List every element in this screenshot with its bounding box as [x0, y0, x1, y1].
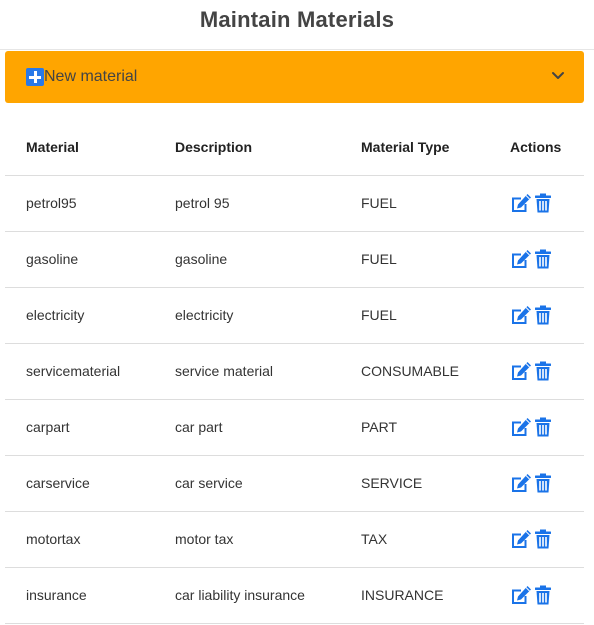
- edit-icon[interactable]: [510, 529, 532, 549]
- trash-icon[interactable]: [534, 193, 552, 213]
- table-row: electricity electricity FUEL: [5, 287, 584, 344]
- header-material: Material: [5, 119, 154, 176]
- cell-material-type: PART: [340, 399, 489, 456]
- cell-description: petrol 95: [154, 175, 340, 232]
- cell-material-type: INSURANCE: [340, 567, 489, 624]
- materials-table: Material Description Material Type Actio…: [5, 119, 584, 624]
- cell-material-type: FUEL: [340, 287, 489, 344]
- table-row: servicematerial service material CONSUMABL…: [5, 343, 584, 400]
- cell-material: insurance: [5, 567, 154, 624]
- new-material-label: New material: [44, 68, 138, 85]
- edit-icon[interactable]: [510, 305, 532, 325]
- edit-icon[interactable]: [510, 417, 532, 437]
- trash-icon[interactable]: [534, 361, 552, 381]
- edit-icon[interactable]: [510, 585, 532, 605]
- cell-actions: [489, 399, 584, 456]
- cell-material-type: FUEL: [340, 231, 489, 288]
- table-header-row: Material Description Material Type Actio…: [5, 119, 584, 176]
- edit-icon[interactable]: [510, 473, 532, 493]
- cell-actions: [489, 175, 584, 232]
- table-row: gasoline gasoline FUEL: [5, 231, 584, 288]
- cell-description: car part: [154, 399, 340, 456]
- table-body: petrol95 petrol 95 FUEL gasoline gasoline FUE…: [5, 175, 584, 624]
- plus-square-icon: [26, 68, 44, 86]
- chevron-down-icon[interactable]: [550, 67, 566, 83]
- cell-description: car liability insurance: [154, 567, 340, 624]
- trash-icon[interactable]: [534, 249, 552, 269]
- page-title: Maintain Materials: [199, 7, 395, 32]
- cell-material: petrol95: [5, 175, 154, 232]
- cell-material: carservice: [5, 455, 154, 512]
- trash-icon[interactable]: [534, 417, 552, 437]
- trash-icon[interactable]: [534, 585, 552, 605]
- trash-icon[interactable]: [534, 473, 552, 493]
- cell-material: servicematerial: [5, 343, 154, 400]
- header-description: Description: [154, 119, 340, 176]
- header-material-type: Material Type: [340, 119, 489, 176]
- table-row: insurance car liability insurance INSURANC…: [5, 567, 584, 624]
- table-row: carpart car part PART: [5, 399, 584, 456]
- cell-material: electricity: [5, 287, 154, 344]
- cell-actions: [489, 287, 584, 344]
- new-material-accordion[interactable]: New material: [5, 51, 584, 103]
- table-row: motortax motor tax TAX: [5, 511, 584, 568]
- table-row: petrol95 petrol 95 FUEL: [5, 175, 584, 232]
- cell-actions: [489, 511, 584, 568]
- cell-actions: [489, 343, 584, 400]
- table-row: carservice car service SERVICE: [5, 455, 584, 512]
- cell-description: motor tax: [154, 511, 340, 568]
- header-actions: Actions: [489, 119, 584, 176]
- cell-description: service material: [154, 343, 340, 400]
- cell-material-type: FUEL: [340, 175, 489, 232]
- edit-icon[interactable]: [510, 361, 532, 381]
- trash-icon[interactable]: [534, 529, 552, 549]
- cell-description: electricity: [154, 287, 340, 344]
- cell-actions: [489, 231, 584, 288]
- cell-description: car service: [154, 455, 340, 512]
- cell-actions: [489, 455, 584, 512]
- trash-icon[interactable]: [534, 305, 552, 325]
- cell-actions: [489, 567, 584, 624]
- edit-icon[interactable]: [510, 193, 532, 213]
- cell-material: gasoline: [5, 231, 154, 288]
- divider: [0, 49, 594, 50]
- cell-material: motortax: [5, 511, 154, 568]
- cell-material-type: TAX: [340, 511, 489, 568]
- cell-material: carpart: [5, 399, 154, 456]
- cell-material-type: CONSUMABLE: [340, 343, 489, 400]
- cell-description: gasoline: [154, 231, 340, 288]
- cell-material-type: SERVICE: [340, 455, 489, 512]
- edit-icon[interactable]: [510, 249, 532, 269]
